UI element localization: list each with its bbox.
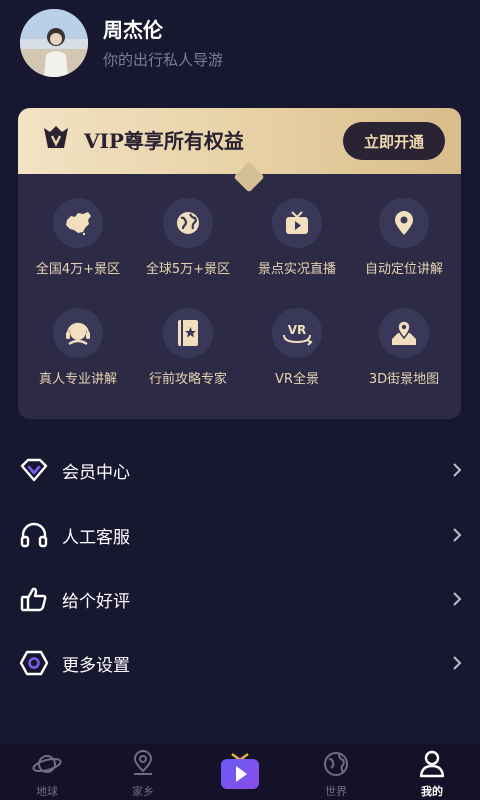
menu-label: 更多设置 bbox=[62, 655, 130, 676]
headset-guide-icon bbox=[53, 308, 103, 358]
world-icon bbox=[321, 749, 351, 779]
vip-crown-icon bbox=[42, 124, 70, 154]
chevron-right-icon bbox=[452, 462, 462, 478]
feature-human-guide[interactable]: 真人专业讲解 bbox=[23, 308, 133, 387]
profile-header[interactable]: 周杰伦 你的出行私人导游 bbox=[20, 8, 223, 78]
location-pin-icon bbox=[379, 198, 429, 248]
menu-item-customer-service[interactable]: 人工客服 bbox=[0, 503, 480, 567]
china-map-icon bbox=[53, 198, 103, 248]
menu-label: 会员中心 bbox=[62, 462, 130, 483]
tab-hometown[interactable]: 家乡 bbox=[113, 749, 173, 799]
feature-label: 3D街景地图 bbox=[368, 372, 440, 387]
vr-icon: VR bbox=[272, 308, 322, 358]
avatar[interactable] bbox=[20, 9, 88, 77]
open-vip-button[interactable]: 立即开通 bbox=[343, 122, 445, 160]
user-subtitle: 你的出行私人导游 bbox=[103, 51, 224, 69]
chevron-right-icon bbox=[452, 527, 462, 543]
feature-live-stream[interactable]: 景点实况直播 bbox=[242, 198, 352, 277]
tab-label: 我的 bbox=[421, 785, 443, 798]
play-tv-icon bbox=[220, 751, 260, 791]
settings-hexagon-icon bbox=[18, 647, 50, 679]
profile-page: 周杰伦 你的出行私人导游 VIP尊享所有权益 立即开通 全国4万+景区 全球5万… bbox=[0, 0, 480, 800]
vip-title: VIP尊享所有权益 bbox=[84, 128, 244, 153]
feature-label: 自动定位讲解 bbox=[364, 262, 443, 277]
feature-label: 全国4万+景区 bbox=[35, 262, 121, 277]
feature-label: 景点实况直播 bbox=[257, 262, 336, 277]
menu-label: 给个好评 bbox=[62, 591, 130, 612]
bottom-tab-bar: 地球 家乡 世界 我的 bbox=[0, 742, 480, 800]
menu-item-vip-center[interactable]: 会员中心 bbox=[0, 438, 480, 502]
user-name: 周杰伦 bbox=[103, 18, 163, 42]
feature-3d-map[interactable]: 3D街景地图 bbox=[349, 308, 459, 387]
tab-earth[interactable]: 地球 bbox=[17, 749, 77, 799]
chevron-right-icon bbox=[452, 655, 462, 671]
thumbs-up-icon bbox=[18, 583, 50, 615]
menu-item-rate-app[interactable]: 给个好评 bbox=[0, 567, 480, 631]
location-icon bbox=[128, 749, 158, 779]
tab-label: 地球 bbox=[36, 785, 58, 798]
tv-icon bbox=[272, 198, 322, 248]
tab-mine[interactable]: 我的 bbox=[402, 749, 462, 799]
headphones-icon bbox=[18, 519, 50, 551]
feature-global-scenic[interactable]: 全球5万+景区 bbox=[133, 198, 243, 277]
svg-text:VR: VR bbox=[288, 323, 307, 337]
feature-vr[interactable]: VR VR全景 bbox=[242, 308, 352, 387]
vip-card: VIP尊享所有权益 立即开通 全国4万+景区 全球5万+景区 景点实况直播 自动… bbox=[18, 108, 461, 419]
guidebook-icon bbox=[163, 308, 213, 358]
feature-label: 真人专业讲解 bbox=[38, 372, 117, 387]
feature-auto-locate[interactable]: 自动定位讲解 bbox=[349, 198, 459, 277]
chevron-right-icon bbox=[452, 591, 462, 607]
person-icon bbox=[417, 749, 447, 779]
tab-live[interactable] bbox=[210, 751, 270, 791]
tab-world[interactable]: 世界 bbox=[306, 749, 366, 799]
globe-icon bbox=[163, 198, 213, 248]
feature-travel-expert[interactable]: 行前攻略专家 bbox=[133, 308, 243, 387]
feature-label: VR全景 bbox=[275, 372, 319, 387]
tab-label: 世界 bbox=[325, 785, 347, 798]
tab-label: 家乡 bbox=[132, 785, 154, 798]
vip-diamond-icon bbox=[18, 454, 50, 486]
planet-icon bbox=[32, 749, 62, 779]
menu-item-more-settings[interactable]: 更多设置 bbox=[0, 631, 480, 695]
menu-label: 人工客服 bbox=[62, 527, 130, 548]
feature-national-scenic[interactable]: 全国4万+景区 bbox=[23, 198, 133, 277]
feature-label: 全球5万+景区 bbox=[145, 262, 231, 277]
vip-banner[interactable]: VIP尊享所有权益 立即开通 bbox=[18, 108, 461, 174]
feature-label: 行前攻略专家 bbox=[148, 372, 227, 387]
map-pin-icon bbox=[379, 308, 429, 358]
